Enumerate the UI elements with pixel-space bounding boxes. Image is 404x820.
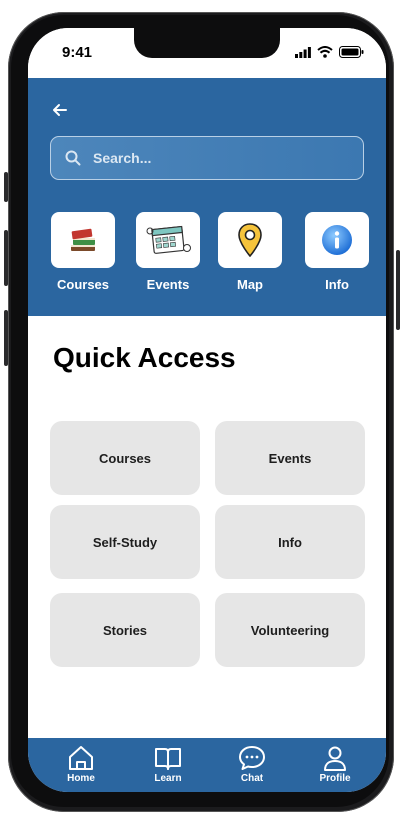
back-button[interactable] — [48, 98, 72, 122]
category-courses[interactable]: Courses — [50, 212, 116, 292]
category-tile — [218, 212, 282, 268]
category-info[interactable]: Info — [304, 212, 370, 292]
map-pin-icon — [238, 223, 262, 257]
book-icon — [155, 748, 181, 770]
nav-label: Profile — [319, 773, 351, 784]
camera-notch — [134, 28, 280, 58]
power-button — [396, 250, 400, 330]
search-input[interactable] — [91, 149, 345, 167]
header-panel: Courses Events — [28, 78, 386, 316]
nav-chat[interactable]: Chat — [222, 744, 282, 784]
status-bar: 9:41 — [28, 28, 386, 78]
books-icon — [71, 228, 95, 251]
status-icons — [295, 46, 364, 58]
quick-access-courses-button[interactable]: Courses — [50, 421, 200, 495]
search-icon — [65, 150, 81, 166]
nav-label: Chat — [240, 773, 264, 784]
silent-switch — [4, 172, 8, 202]
battery-icon — [339, 46, 364, 58]
calendar-icon — [146, 225, 191, 254]
nav-learn[interactable]: Learn — [138, 744, 198, 784]
profile-icon — [324, 746, 346, 771]
nav-label: Home — [67, 773, 95, 784]
chat-icon — [239, 746, 265, 770]
nav-label: Learn — [154, 773, 182, 784]
home-icon — [69, 746, 93, 770]
search-bar[interactable] — [50, 136, 364, 180]
nav-profile[interactable]: Profile — [305, 744, 365, 784]
app-screen: 9:41 Search... Courses Events Map Info Q… — [28, 28, 386, 792]
wifi-icon — [317, 46, 333, 58]
quick-access-volunteering-button[interactable]: Volunteering — [215, 593, 365, 667]
quick-access-self-study-button[interactable]: Self-Study — [50, 505, 200, 579]
volume-down-button — [4, 310, 8, 366]
status-time: 9:41 — [62, 44, 93, 61]
category-label: Events — [146, 277, 190, 292]
quick-access-events-button[interactable]: Events — [215, 421, 365, 495]
category-map[interactable]: Map — [217, 212, 283, 292]
volume-up-button — [4, 230, 8, 286]
arrow-left-icon — [53, 104, 67, 116]
quick-access-title: Quick Access — [53, 342, 236, 373]
bottom-nav: Home Learn Chat Profile — [28, 738, 386, 792]
category-label: Map — [237, 277, 263, 292]
category-tile — [51, 212, 115, 268]
category-tile — [305, 212, 369, 268]
category-label: Info — [325, 277, 349, 292]
quick-access-stories-button[interactable]: Stories — [50, 593, 200, 667]
category-row: Courses Events Map Info — [28, 212, 386, 302]
category-events[interactable]: Events — [135, 212, 201, 292]
category-label: Courses — [56, 277, 110, 292]
signal-icon — [295, 46, 311, 58]
quick-access-info-button[interactable]: Info — [215, 505, 365, 579]
info-icon — [322, 225, 352, 255]
nav-home[interactable]: Home — [51, 744, 111, 784]
category-tile — [136, 212, 200, 268]
